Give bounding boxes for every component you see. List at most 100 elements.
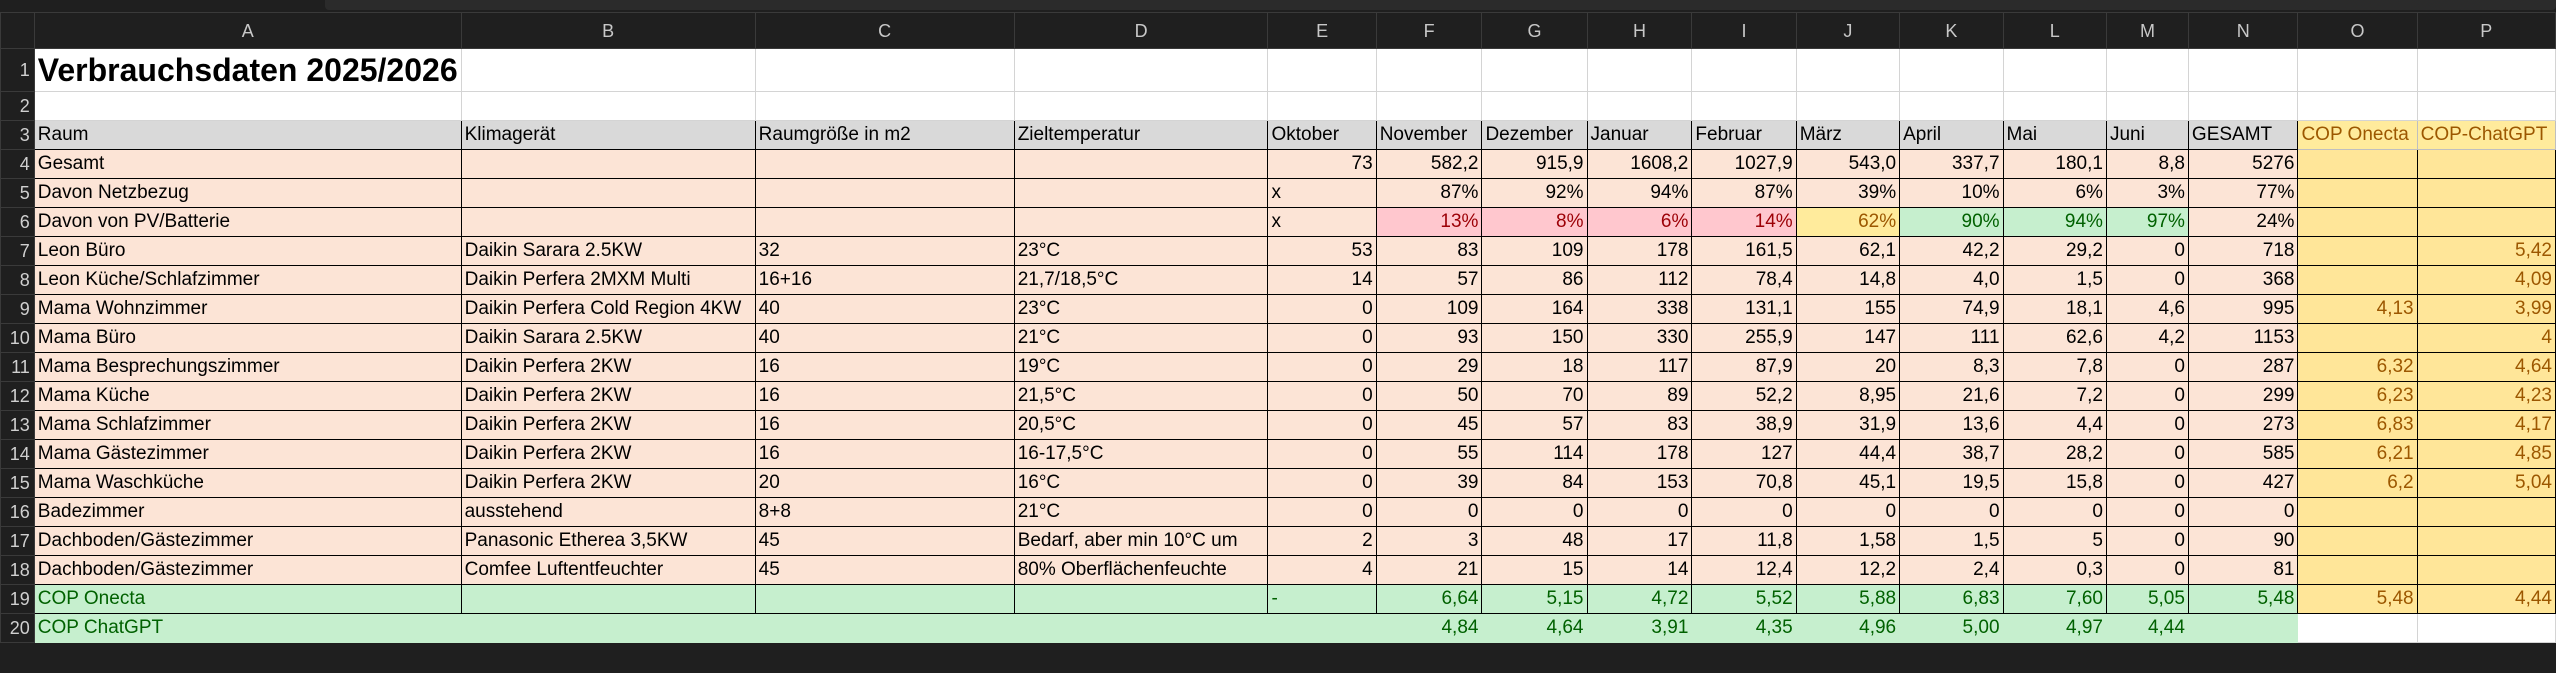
cell-d-6[interactable] xyxy=(1013,207,1269,237)
cell-g-8[interactable]: 86 xyxy=(1481,265,1588,295)
cell-f-19[interactable]: 6,64 xyxy=(1375,584,1483,614)
cell-d-12[interactable]: 21,5°C xyxy=(1013,381,1269,411)
cell[interactable] xyxy=(754,91,1015,121)
row-header-7[interactable]: 7 xyxy=(0,236,35,266)
cell-f-15[interactable]: 39 xyxy=(1375,468,1483,498)
cell-c-11[interactable]: 16 xyxy=(754,352,1015,382)
column-header-m[interactable]: M xyxy=(2105,12,2189,49)
cell[interactable] xyxy=(1013,48,1269,92)
column-header-j[interactable]: J xyxy=(1795,12,1901,49)
cell-a-16[interactable]: Badezimmer xyxy=(33,497,462,527)
cell-m-14[interactable]: 0 xyxy=(2105,439,2189,469)
cell-l-17[interactable]: 5 xyxy=(2002,526,2107,556)
cell-k-18[interactable]: 2,4 xyxy=(1899,555,2004,585)
cell-i-10[interactable]: 255,9 xyxy=(1691,323,1797,353)
cell-c-13[interactable]: 16 xyxy=(754,410,1015,440)
cell-c-9[interactable]: 40 xyxy=(754,294,1015,324)
cell[interactable] xyxy=(2416,48,2556,92)
cell-k-10[interactable]: 111 xyxy=(1899,323,2004,353)
cell-l-14[interactable]: 28,2 xyxy=(2002,439,2107,469)
column-title-c[interactable]: Raumgröße in m2 xyxy=(754,120,1015,150)
row-header-16[interactable]: 16 xyxy=(0,497,35,527)
cell-p-17[interactable] xyxy=(2416,526,2556,556)
cell-a-6[interactable]: Davon von PV/Batterie xyxy=(33,207,462,237)
cell-l-16[interactable]: 0 xyxy=(2002,497,2107,527)
cell-f-6[interactable]: 13% xyxy=(1375,207,1483,237)
cell-a-10[interactable]: Mama Büro xyxy=(33,323,462,353)
cell-m-5[interactable]: 3% xyxy=(2105,178,2189,208)
cell-i-7[interactable]: 161,5 xyxy=(1691,236,1797,266)
cell-j-20[interactable]: 4,96 xyxy=(1795,613,1901,643)
cell-b-14[interactable]: Daikin Perfera 2KW xyxy=(460,439,756,469)
cell-o-8[interactable] xyxy=(2297,265,2418,295)
column-header-g[interactable]: G xyxy=(1481,12,1588,49)
cell-a-5[interactable]: Davon Netzbezug xyxy=(33,178,462,208)
cell-m-13[interactable]: 0 xyxy=(2105,410,2189,440)
cell-p-5[interactable] xyxy=(2416,178,2556,208)
cell[interactable] xyxy=(754,48,1015,92)
column-title-k[interactable]: April xyxy=(1899,120,2004,150)
cell-i-13[interactable]: 38,9 xyxy=(1691,410,1797,440)
cell[interactable] xyxy=(1013,91,1269,121)
cell-i-12[interactable]: 52,2 xyxy=(1691,381,1797,411)
cell-n-20[interactable] xyxy=(2187,613,2299,643)
cell-f-7[interactable]: 83 xyxy=(1375,236,1483,266)
cell-d-8[interactable]: 21,7/18,5°C xyxy=(1013,265,1269,295)
cell-d-11[interactable]: 19°C xyxy=(1013,352,1269,382)
row-header-4[interactable]: 4 xyxy=(0,149,35,179)
cell-j-18[interactable]: 12,2 xyxy=(1795,555,1901,585)
cell-m-8[interactable]: 0 xyxy=(2105,265,2189,295)
cell-e-9[interactable]: 0 xyxy=(1267,294,1377,324)
cell-n-10[interactable]: 1153 xyxy=(2187,323,2299,353)
cell-i-4[interactable]: 1027,9 xyxy=(1691,149,1797,179)
cell-g-5[interactable]: 92% xyxy=(1481,178,1588,208)
cell-i-5[interactable]: 87% xyxy=(1691,178,1797,208)
cell-h-5[interactable]: 94% xyxy=(1586,178,1693,208)
cell-h-19[interactable]: 4,72 xyxy=(1586,584,1693,614)
cell-f-18[interactable]: 21 xyxy=(1375,555,1483,585)
cell-k-20[interactable]: 5,00 xyxy=(1899,613,2004,643)
cell-g-7[interactable]: 109 xyxy=(1481,236,1588,266)
cell-n-6[interactable]: 24% xyxy=(2187,207,2299,237)
cell-f-13[interactable]: 45 xyxy=(1375,410,1483,440)
cell[interactable] xyxy=(460,91,756,121)
cell-j-14[interactable]: 44,4 xyxy=(1795,439,1901,469)
row-header-6[interactable]: 6 xyxy=(0,207,35,237)
cell-a-14[interactable]: Mama Gästezimmer xyxy=(33,439,462,469)
cell-o-20[interactable] xyxy=(2297,613,2418,643)
cell-p-7[interactable]: 5,42 xyxy=(2416,236,2556,266)
row-header-3[interactable]: 3 xyxy=(0,120,35,150)
cell-a-15[interactable]: Mama Waschküche xyxy=(33,468,462,498)
cell-n-11[interactable]: 287 xyxy=(2187,352,2299,382)
cell-e-6[interactable]: x xyxy=(1267,207,1377,237)
cell[interactable] xyxy=(1267,91,1377,121)
cell-i-16[interactable]: 0 xyxy=(1691,497,1797,527)
row-header-18[interactable]: 18 xyxy=(0,555,35,585)
cell-f-14[interactable]: 55 xyxy=(1375,439,1483,469)
cell[interactable] xyxy=(1795,48,1901,92)
cell-p-8[interactable]: 4,09 xyxy=(2416,265,2556,295)
cell-c-8[interactable]: 16+16 xyxy=(754,265,1015,295)
cell-o-17[interactable] xyxy=(2297,526,2418,556)
cell-p-4[interactable] xyxy=(2416,149,2556,179)
cell-o-7[interactable] xyxy=(2297,236,2418,266)
cell-h-14[interactable]: 178 xyxy=(1586,439,1693,469)
cell-p-10[interactable]: 4 xyxy=(2416,323,2556,353)
cell-n-7[interactable]: 718 xyxy=(2187,236,2299,266)
cell[interactable] xyxy=(1375,91,1483,121)
cell-e-11[interactable]: 0 xyxy=(1267,352,1377,382)
cell-l-12[interactable]: 7,2 xyxy=(2002,381,2107,411)
cell-j-7[interactable]: 62,1 xyxy=(1795,236,1901,266)
cell-j-10[interactable]: 147 xyxy=(1795,323,1901,353)
cell-o-9[interactable]: 4,13 xyxy=(2297,294,2418,324)
cell-d-13[interactable]: 20,5°C xyxy=(1013,410,1269,440)
row-header-13[interactable]: 13 xyxy=(0,410,35,440)
cell-b-13[interactable]: Daikin Perfera 2KW xyxy=(460,410,756,440)
cell-e-16[interactable]: 0 xyxy=(1267,497,1377,527)
cell-m-10[interactable]: 4,2 xyxy=(2105,323,2189,353)
cell-m-4[interactable]: 8,8 xyxy=(2105,149,2189,179)
cell-l-7[interactable]: 29,2 xyxy=(2002,236,2107,266)
cell[interactable] xyxy=(1691,48,1797,92)
cell-o-18[interactable] xyxy=(2297,555,2418,585)
column-header-e[interactable]: E xyxy=(1267,12,1377,49)
